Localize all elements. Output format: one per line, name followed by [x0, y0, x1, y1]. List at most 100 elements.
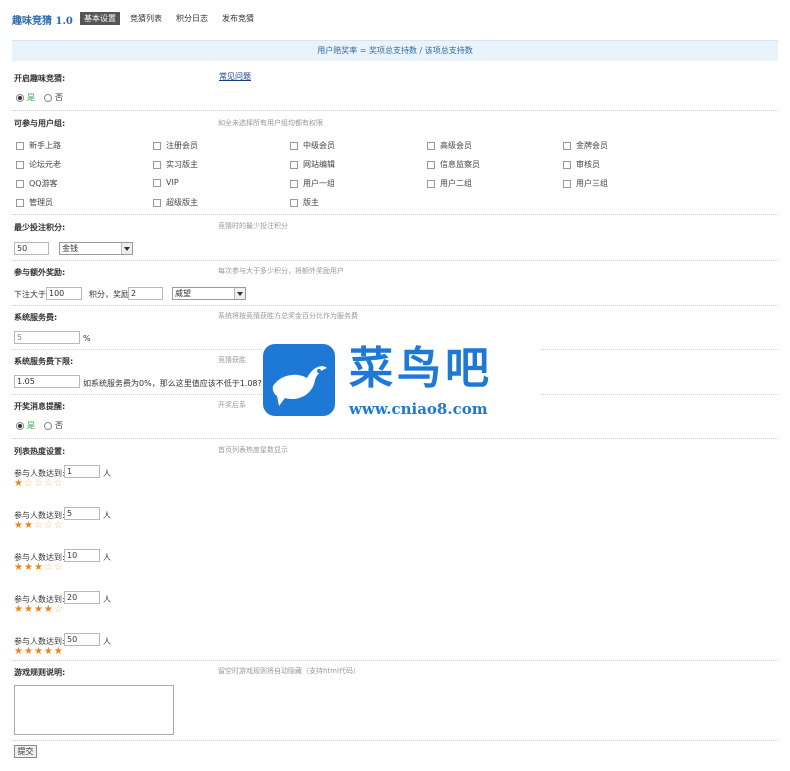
divider: [12, 660, 778, 661]
min-bet-currency-value: 金钱: [62, 244, 78, 253]
enable-no-radio[interactable]: [44, 93, 52, 102]
checkbox-box[interactable]: [427, 141, 435, 150]
checkbox-box[interactable]: [290, 198, 298, 207]
hot-level-count-input[interactable]: 1: [64, 465, 100, 478]
usergroup-checkbox[interactable]: 实习版主: [153, 159, 198, 170]
usergroup-checkbox[interactable]: 超级版主: [153, 197, 198, 208]
usergroup-checkbox[interactable]: 用户二组: [427, 178, 472, 189]
checkbox-box[interactable]: [427, 160, 435, 169]
checkbox-box[interactable]: [16, 179, 24, 188]
extra-reward-amount-input[interactable]: 100: [46, 287, 82, 300]
watermark-name: 菜鸟吧: [349, 343, 493, 394]
usergroup-label: 版主: [303, 198, 319, 207]
fee-floor-desc: 竞猜获胜: [218, 356, 246, 364]
hot-level-count-input[interactable]: 20: [64, 591, 100, 604]
usergroup-checkbox[interactable]: 用户一组: [290, 178, 335, 189]
tab-guess-list[interactable]: 竞猜列表: [126, 12, 166, 25]
chevron-down-icon: [234, 288, 245, 299]
usergroup-checkbox[interactable]: 论坛元老: [16, 159, 61, 170]
usergroups-desc: 如全未选择所有用户组均都有权限: [218, 119, 323, 127]
usergroup-label: 金牌会员: [576, 141, 608, 150]
bird-logo-icon: [263, 344, 335, 416]
info-banner: 用户赔奖率 = 奖项总支持数 / 该项总支持数: [12, 40, 778, 61]
usergroup-checkbox[interactable]: 管理员: [16, 197, 53, 208]
divider: [12, 110, 778, 111]
checkbox-box[interactable]: [153, 160, 161, 169]
app-title: 趣味竞猜 1.0: [12, 16, 73, 27]
tab-basic-settings[interactable]: 基本设置: [80, 12, 120, 25]
min-bet-currency-select[interactable]: 金钱: [59, 242, 133, 255]
hot-level-unit: 人: [103, 469, 111, 478]
enable-radio-group: 是 否: [16, 92, 63, 103]
star-filled-icon: ★: [14, 604, 23, 615]
faq-link[interactable]: 常见问题: [219, 71, 251, 82]
usergroup-label: 论坛元老: [29, 160, 61, 169]
usergroup-checkbox[interactable]: 网站编辑: [290, 159, 335, 170]
star-empty-icon: ☆: [43, 520, 53, 531]
tab-points-log[interactable]: 积分日志: [172, 12, 212, 25]
extra-reward-label: 参与额外奖励:: [14, 268, 66, 277]
usergroup-label: 管理员: [29, 198, 53, 207]
usergroup-checkbox[interactable]: 中级会员: [290, 140, 335, 151]
checkbox-box[interactable]: [563, 179, 571, 188]
usergroup-checkbox[interactable]: 新手上路: [16, 140, 61, 151]
usergroup-checkbox[interactable]: QQ游客: [16, 178, 58, 189]
hot-level-count-input[interactable]: 50: [64, 633, 100, 646]
usergroup-checkbox[interactable]: 金牌会员: [563, 140, 608, 151]
usergroup-checkbox[interactable]: 审核员: [563, 159, 600, 170]
star-empty-icon: ☆: [53, 604, 63, 615]
rules-desc: 留空时游戏规则将自动隐藏（支持html代码）: [218, 667, 360, 675]
enable-label: 开启趣味竞猜:: [14, 74, 66, 83]
usergroup-checkbox[interactable]: 信息监察员: [427, 159, 480, 170]
checkbox-box[interactable]: [427, 179, 435, 188]
extra-reward-value-input[interactable]: 2: [128, 287, 163, 300]
checkbox-box[interactable]: [290, 179, 298, 188]
notify-yes-label: 是: [27, 421, 35, 430]
hot-level-count-input[interactable]: 5: [64, 507, 100, 520]
star-empty-icon: ☆: [53, 478, 63, 489]
checkbox-box[interactable]: [563, 141, 571, 150]
enable-yes-radio[interactable]: [16, 93, 24, 102]
notify-yes-radio[interactable]: [16, 421, 24, 430]
checkbox-box[interactable]: [563, 160, 571, 169]
usergroup-checkbox[interactable]: 注册会员: [153, 140, 198, 151]
min-bet-input[interactable]: 50: [14, 242, 49, 255]
submit-button[interactable]: 提交: [14, 745, 37, 758]
usergroup-checkbox[interactable]: VIP: [153, 178, 179, 187]
service-fee-input[interactable]: 5: [14, 331, 80, 344]
fee-floor-input[interactable]: 1.05: [14, 375, 80, 388]
usergroup-label: 高级会员: [440, 141, 472, 150]
tab-publish-guess[interactable]: 发布竞猜: [218, 12, 258, 25]
extra-reward-prefix: 下注大于: [14, 290, 46, 299]
checkbox-box[interactable]: [153, 178, 161, 187]
service-fee-unit: %: [83, 334, 91, 343]
rules-textarea[interactable]: [14, 685, 174, 735]
star-empty-icon: ☆: [33, 478, 43, 489]
star-filled-icon: ★: [33, 604, 43, 615]
rules-label: 游戏规则说明:: [14, 668, 66, 677]
usergroup-checkbox[interactable]: 用户三组: [563, 178, 608, 189]
hot-level-stars: ★ ★ ★ ☆ ☆: [14, 563, 63, 573]
usergroup-checkbox[interactable]: 高级会员: [427, 140, 472, 151]
notify-no-radio[interactable]: [44, 421, 52, 430]
usergroup-label: 审核员: [576, 160, 600, 169]
checkbox-box[interactable]: [16, 198, 24, 207]
checkbox-box[interactable]: [153, 198, 161, 207]
checkbox-box[interactable]: [290, 141, 298, 150]
hot-level-count-input[interactable]: 10: [64, 549, 100, 562]
checkbox-box[interactable]: [16, 141, 24, 150]
usergroup-checkbox[interactable]: 版主: [290, 197, 319, 208]
divider: [12, 214, 778, 215]
hot-label: 列表热度设置:: [14, 447, 66, 456]
star-filled-icon: ★: [23, 520, 33, 531]
extra-reward-desc: 每次参与大于多少积分，将额外奖励用户: [218, 267, 344, 275]
checkbox-box[interactable]: [153, 141, 161, 150]
notify-no-label: 否: [55, 421, 63, 430]
star-empty-icon: ☆: [33, 520, 43, 531]
star-filled-icon: ★: [14, 562, 23, 573]
checkbox-box[interactable]: [290, 160, 298, 169]
star-filled-icon: ★: [33, 562, 43, 573]
extra-reward-currency-select[interactable]: 威望: [172, 287, 246, 300]
checkbox-box[interactable]: [16, 160, 24, 169]
usergroup-label: 超级版主: [166, 198, 198, 207]
